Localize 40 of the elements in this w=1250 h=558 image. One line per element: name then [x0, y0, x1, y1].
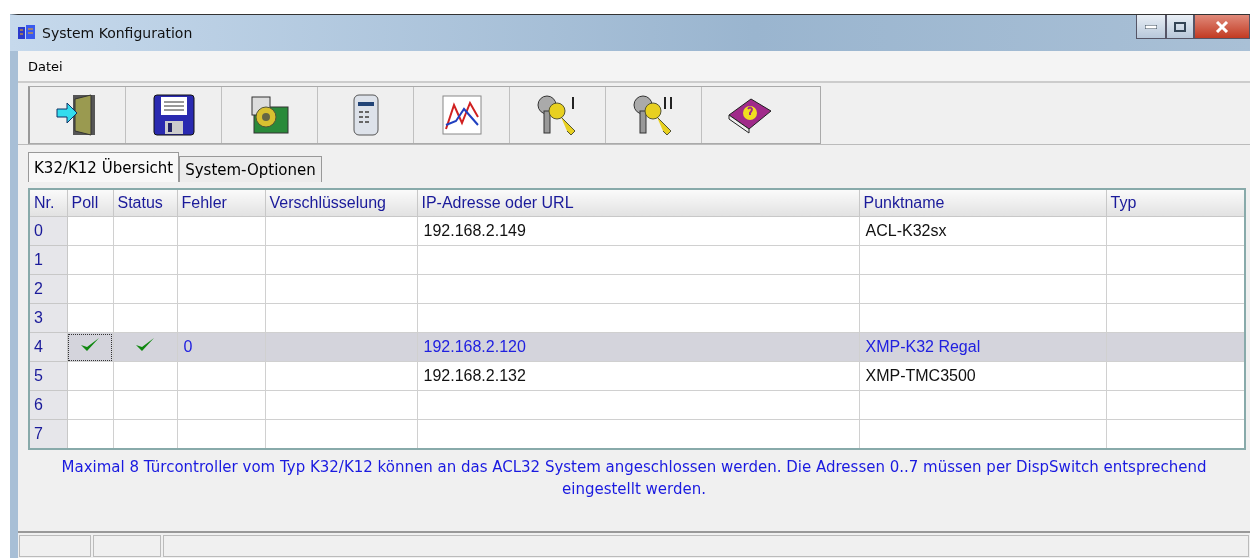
column-header[interactable]: Punktname [859, 189, 1106, 217]
minimize-button[interactable] [1136, 15, 1166, 39]
row-number: 6 [29, 390, 67, 420]
column-header[interactable]: Fehler [177, 189, 265, 217]
table-cell: 192.168.2.120 [417, 332, 859, 362]
table-cell: 0 [177, 332, 265, 362]
tab[interactable]: System-Optionen [179, 156, 322, 182]
row-number: 5 [29, 361, 67, 391]
column-header[interactable]: Status [113, 189, 177, 217]
column-header[interactable]: Poll [67, 189, 113, 217]
minimize-icon [1145, 24, 1157, 29]
table-cell: 192.168.2.149 [417, 216, 859, 246]
row-number: 7 [29, 419, 67, 449]
row-number: 4 [29, 332, 67, 362]
menu-item[interactable]: Datei [28, 58, 63, 74]
circuit-gear-icon [249, 95, 290, 135]
app-icon [18, 25, 36, 41]
line-graph-icon [441, 95, 482, 135]
maximize-button[interactable] [1166, 15, 1194, 39]
row-number: 2 [29, 274, 67, 304]
row-number: 3 [29, 303, 67, 333]
close-icon [1215, 20, 1229, 33]
column-header[interactable]: Nr. [29, 189, 67, 217]
keypad-device-icon [352, 94, 379, 136]
column-header[interactable]: Verschlüsselung [265, 189, 417, 217]
table-cell: ACL-K32sx [859, 216, 1106, 246]
maximize-icon [1174, 21, 1186, 32]
tab[interactable]: K32/K12 Übersicht [28, 152, 180, 182]
check-icon [135, 337, 155, 353]
window-title: System Konfiguration [42, 25, 193, 41]
close-button[interactable] [1194, 15, 1250, 39]
check-icon [80, 337, 100, 353]
column-header[interactable]: Typ [1106, 189, 1245, 217]
row-number: 1 [29, 245, 67, 275]
column-header[interactable]: IP-Adresse oder URL [417, 189, 859, 217]
table-cell: XMP-K32 Regal [859, 332, 1106, 362]
info-text: Maximal 8 Türcontroller vom Typ K32/K12 können an das ACL32 System angeschlossen werden. Die Adressen 0..7 müssen per DispSwitch entsprechend eingestellt werden. [60, 457, 1208, 500]
table-cell: XMP-TMC3500 [859, 361, 1106, 391]
row-number: 0 [29, 216, 67, 246]
table-cell: 192.168.2.132 [417, 361, 859, 391]
